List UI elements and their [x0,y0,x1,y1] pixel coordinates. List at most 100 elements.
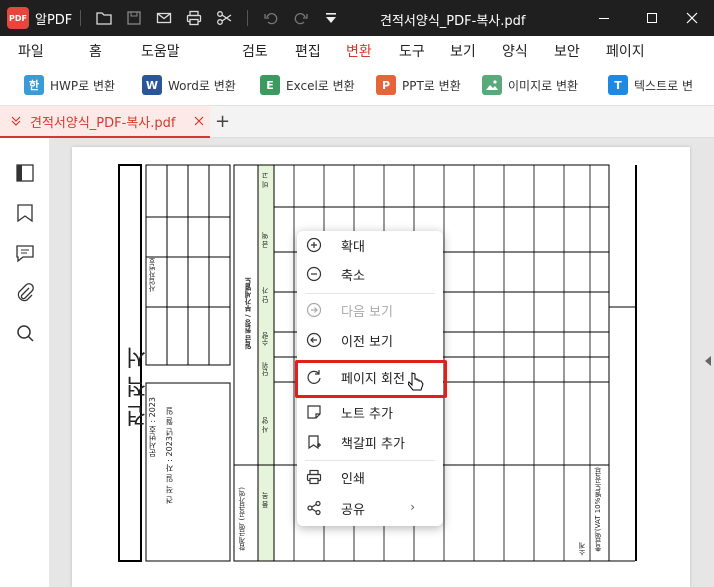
col-unit: 단위 [261,362,269,376]
subtotal-label: 소계 [578,542,586,556]
col-amount: 금 액 [261,232,269,249]
menu-item-next-view[interactable]: 다음 보기 [297,298,443,322]
next-view-icon [305,301,323,319]
add-bookmark-label: 책갈피 추가 [341,436,405,452]
excel-icon: E [260,75,280,95]
menu-item-add-note[interactable]: 노트 추가 [297,400,443,424]
menu-security[interactable]: 보안 [554,41,580,61]
ppt-icon: P [376,75,396,95]
prev-view-label: 이전 보기 [341,334,393,350]
divider [247,10,249,26]
menu-item-share[interactable]: 공유 › [297,496,443,520]
window-title: 견적서양식_PDF-복사.pdf [380,14,526,29]
bookmark-icon[interactable] [14,202,36,224]
convert-word-label: Word로 변환 [168,78,236,93]
menu-form[interactable]: 양식 [502,41,528,61]
zoom-in-label: 확대 [341,239,365,255]
document-tab[interactable]: 견적서양식_PDF-복사.pdf [0,106,210,138]
share-label: 공유 [341,502,365,518]
menu-help[interactable]: 도움말 [141,41,180,61]
menu-view[interactable]: 보기 [450,41,476,61]
menu-item-add-bookmark[interactable]: 책갈피 추가 [297,430,443,454]
zoom-in-icon [305,236,323,254]
print-icon[interactable] [179,0,209,36]
convert-image-button[interactable]: 이미지로 변환 [482,74,578,96]
menu-bar: 파일 홈 도움말 검토 편집 변환 도구 보기 양식 보안 페이지 [0,36,714,67]
scissors-icon[interactable] [209,0,239,36]
convert-text-button[interactable]: T 텍스트로 변 [608,74,693,96]
menu-convert[interactable]: 변환 [344,41,374,67]
share-icon [305,499,323,517]
undo-icon[interactable] [256,0,286,36]
left-sidebar [0,138,57,587]
divider [80,10,82,26]
menu-tools[interactable]: 도구 [399,41,425,61]
convert-excel-button[interactable]: E Excel로 변환 [260,74,355,96]
new-tab-icon[interactable]: + [215,111,230,132]
attachment-icon[interactable] [14,282,36,304]
note-icon [305,403,323,421]
convert-image-label: 이미지로 변환 [508,78,579,93]
title-bar: PDF 알PDF 견적서양식_PDF-복사.pdf [0,0,714,36]
convert-hwp-button[interactable]: 한 HWP로 변환 [24,74,115,96]
convert-ppt-label: PPT로 변환 [402,78,461,93]
menu-home[interactable]: 홈 [89,41,102,61]
comment-icon[interactable] [14,242,36,264]
minimize-button[interactable] [582,0,626,36]
print-icon [305,468,323,486]
highlight-box [295,360,447,398]
amount-words-label: 일금 원정 / 부가세별도 [244,277,252,350]
document-tab-label: 견적서양식_PDF-복사.pdf [30,115,176,131]
chevron-down-icon[interactable] [10,115,22,127]
app-logo: PDF [7,7,29,29]
right-panel-icon[interactable] [705,356,711,366]
menu-item-prev-view[interactable]: 이전 보기 [297,328,443,352]
convert-text-label: 텍스트로 변 [634,78,694,93]
menu-page[interactable]: 페이지 [606,41,645,61]
print-label: 인쇄 [341,471,365,487]
mail-icon[interactable] [149,0,179,36]
save-icon[interactable] [119,0,149,36]
menu-separator [305,460,435,461]
menu-file[interactable]: 파일 [18,41,44,61]
word-icon: W [142,75,162,95]
ribbon-toolbar: 한 HWP로 변환 W Word로 변환 E Excel로 변환 P PPT로 변환 이… [0,64,714,106]
supplier-label: 사업자번호 [148,257,156,292]
open-folder-icon[interactable] [89,0,119,36]
menu-review[interactable]: 검토 [242,41,268,61]
prev-view-icon [305,331,323,349]
add-note-label: 노트 추가 [341,406,393,422]
close-button[interactable] [670,0,714,36]
menu-edit[interactable]: 편집 [295,41,321,61]
menu-item-print[interactable]: 인쇄 [297,465,443,489]
redo-icon[interactable] [286,0,316,36]
bookmark-add-icon [305,433,323,451]
menu-item-zoom-out[interactable]: 축소 [297,262,443,286]
total-amount-label: 합계금액 (공급가액) [238,487,246,551]
mouse-cursor-icon [407,372,424,398]
document-title: 견 적 서 [126,347,151,427]
panel-toggle-icon[interactable] [14,162,36,184]
estimate-date: 견 적 일 자 : 2023년 월 일 [165,407,174,504]
search-icon[interactable] [14,322,36,344]
menu-item-zoom-in[interactable]: 확대 [297,233,443,257]
menu-separator [305,293,435,294]
col-unit-price: 단 가 [261,287,269,304]
zoom-out-label: 축소 [341,268,365,284]
grand-total-label: 총금액(VAT 10%별도공급) [594,467,602,553]
maximize-button[interactable] [630,0,674,36]
close-tab-icon[interactable] [194,116,204,126]
document-tab-bar: 견적서양식_PDF-복사.pdf + [0,106,714,138]
convert-excel-label: Excel로 변환 [286,78,355,93]
convert-word-button[interactable]: W Word로 변환 [142,74,236,96]
col-item: 품 목 [261,492,269,509]
quick-access-dropdown-icon[interactable] [316,0,346,36]
zoom-out-icon [305,265,323,283]
col-remarks: 비 고 [261,172,269,189]
convert-ppt-button[interactable]: P PPT로 변환 [376,74,461,96]
document-number: 문서번호 : 2023 [148,397,157,458]
convert-hwp-label: HWP로 변환 [50,78,116,93]
app-name: 알PDF [35,12,73,28]
chevron-right-icon: › [410,500,415,514]
image-icon [482,75,502,95]
